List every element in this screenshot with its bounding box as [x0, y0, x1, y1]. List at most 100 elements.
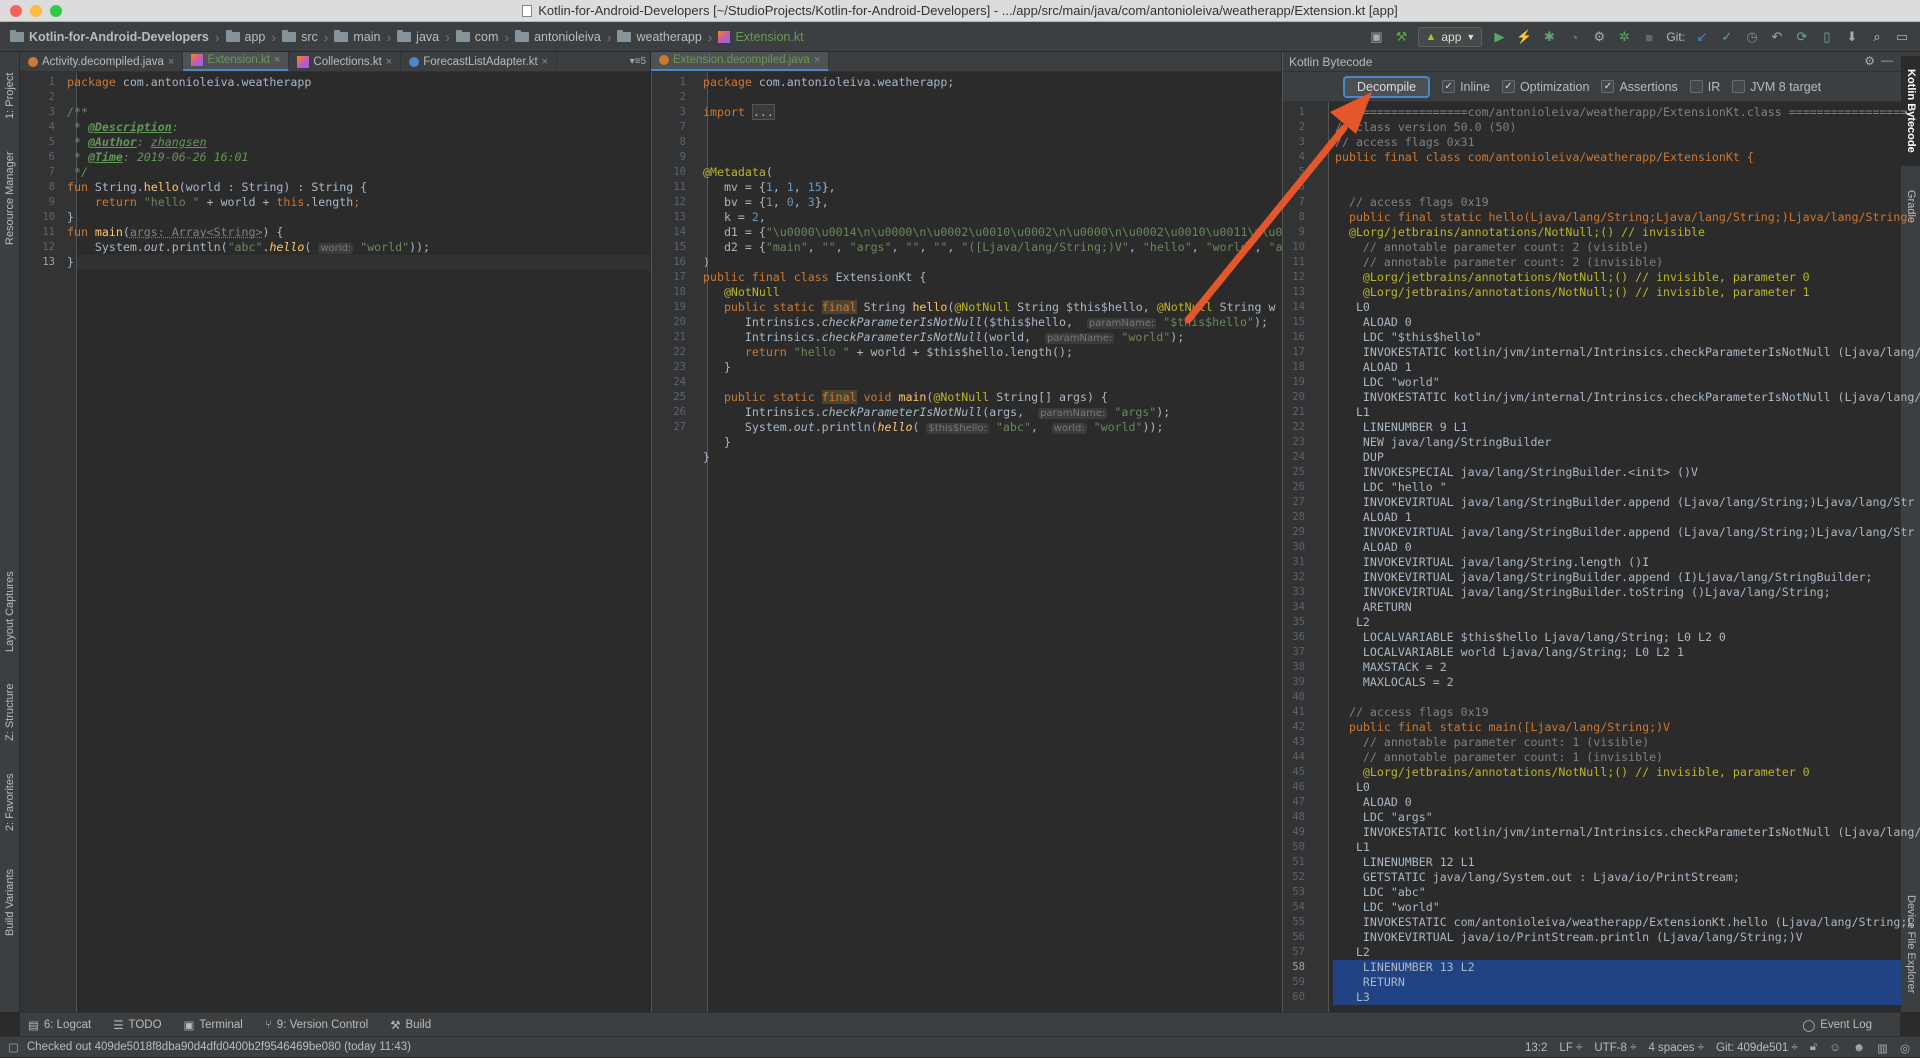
bytecode-line: LDC "abc"	[1335, 885, 1426, 899]
breadcrumb-item[interactable]: Kotlin-for-Android-Developers	[6, 29, 213, 44]
checkbox[interactable]: ✓	[1442, 80, 1456, 93]
line-number: 3	[1298, 136, 1305, 148]
close-icon[interactable]: ×	[542, 56, 548, 68]
close-icon[interactable]: ×	[274, 54, 280, 66]
tab-overflow-indicator[interactable]: ▾≡5	[626, 56, 650, 67]
file-encoding[interactable]: UTF-8 ÷	[1594, 1042, 1636, 1054]
code-token: k =	[703, 210, 752, 224]
memory-icon[interactable]: ☻	[1853, 1042, 1865, 1054]
option-jvm-8-target[interactable]: JVM 8 target	[1732, 80, 1821, 94]
search-icon[interactable]: ⌕	[1869, 29, 1885, 45]
close-window-button[interactable]	[10, 5, 22, 17]
git-commit-icon[interactable]: ✓	[1719, 29, 1735, 45]
option-ir[interactable]: IR	[1689, 80, 1720, 94]
hector-icon[interactable]: ☺	[1829, 1042, 1841, 1054]
tool-window-build-variants[interactable]: Build Variants	[0, 852, 20, 952]
editor-tab[interactable]: ForecastListAdapter.kt ×	[401, 52, 558, 71]
breadcrumb-item[interactable]: weatherapp	[613, 29, 705, 44]
folder-icon	[225, 29, 240, 42]
breadcrumb-item[interactable]: antonioleiva	[511, 29, 605, 44]
checkbox[interactable]	[1689, 80, 1703, 93]
presentation-icon[interactable]: ▭	[1894, 29, 1910, 45]
bottom-tab-build[interactable]: ⚒ Build	[390, 1018, 431, 1032]
profile-icon[interactable]: ◔	[1566, 29, 1582, 45]
code-token: hello	[877, 420, 913, 434]
option-optimization[interactable]: ✓ Optimization	[1501, 80, 1589, 94]
line-separator[interactable]: LF ÷	[1559, 1042, 1582, 1054]
editor-tab[interactable]: Activity.decompiled.java ×	[20, 52, 184, 71]
attach-debugger-icon[interactable]: ⚙	[1591, 29, 1607, 45]
editor-tab[interactable]: Extension.kt ×	[183, 52, 290, 71]
tool-window-gradle[interactable]: Gradle	[1901, 177, 1920, 237]
checkbox[interactable]: ✓	[1601, 80, 1615, 93]
code-line: )	[703, 255, 710, 270]
checkbox[interactable]	[1732, 80, 1746, 93]
bottom-tab-logcat[interactable]: ▤ 6: Logcat	[28, 1018, 91, 1032]
git-history-icon[interactable]: ◷	[1744, 29, 1760, 45]
git-revert-icon[interactable]: ↶	[1769, 29, 1785, 45]
checkbox[interactable]: ✓	[1501, 80, 1515, 93]
coverage-icon[interactable]: ✲	[1616, 29, 1632, 45]
close-icon[interactable]: ×	[814, 54, 820, 66]
run-icon[interactable]: ▶	[1491, 29, 1507, 45]
breadcrumb-item[interactable]: Extension.kt	[714, 30, 807, 44]
stop-icon[interactable]: ■	[1641, 29, 1657, 45]
decompiled-java-editor[interactable]: 1 package com.antonioleiva.weatherapp; 2 3 i…	[651, 72, 1310, 1012]
bottom-tab-todo[interactable]: ☰ TODO	[113, 1018, 161, 1032]
avd-manager-icon[interactable]: ▯	[1819, 29, 1835, 45]
bottom-tab-version-control[interactable]: ⑂ 9: Version Control	[265, 1019, 368, 1031]
bytecode-viewer[interactable]: 1 // ================com/antonioleiva/wea…	[1283, 102, 1920, 1012]
tool-window-resource-manager[interactable]: Resource Manager	[0, 138, 20, 258]
zoom-window-button[interactable]	[50, 5, 62, 17]
close-icon[interactable]: ×	[386, 56, 392, 68]
make-project-icon[interactable]: ⚒	[1393, 29, 1409, 45]
lock-icon[interactable]: 🔓︎	[1810, 1041, 1817, 1054]
breadcrumb-item[interactable]: java	[393, 29, 443, 44]
line-number: 17	[1292, 346, 1305, 358]
breadcrumb-item[interactable]: com	[452, 29, 503, 44]
gradle-sync-icon[interactable]: ⟳	[1794, 29, 1810, 45]
option-inline[interactable]: ✓ Inline	[1442, 80, 1490, 94]
indent-setting[interactable]: 4 spaces ÷	[1648, 1042, 1704, 1054]
breadcrumb-item[interactable]: main	[330, 29, 384, 44]
trash-icon[interactable]: ▥	[1877, 1041, 1888, 1055]
run-configuration-select[interactable]: ▲ app ▼	[1418, 27, 1483, 47]
code-line: public static final void main(@NotNull S…	[703, 390, 1108, 405]
line-number: 26	[1292, 481, 1305, 493]
editor-tab[interactable]: Collections.kt ×	[289, 52, 402, 71]
git-update-icon[interactable]: ↙	[1694, 29, 1710, 45]
bottom-tab-terminal[interactable]: ▣ Terminal	[184, 1018, 243, 1032]
layout-icon[interactable]: ▢	[8, 1040, 19, 1054]
breadcrumb-label: com	[474, 29, 499, 44]
code-token: (	[765, 165, 773, 179]
event-log-tab[interactable]: ◯ Event Log	[1802, 1018, 1872, 1032]
breadcrumb-item[interactable]: src	[278, 29, 322, 44]
caret-position[interactable]: 13:2	[1525, 1042, 1547, 1054]
option-assertions[interactable]: ✓ Assertions	[1601, 80, 1678, 94]
tool-window-layout-captures[interactable]: Layout Captures	[0, 557, 20, 667]
debug-icon[interactable]: ✱	[1541, 29, 1557, 45]
git-branch[interactable]: Git: 409de501 ÷	[1716, 1042, 1798, 1054]
editor-tab[interactable]: Extension.decompiled.java ×	[651, 52, 830, 71]
decompile-button[interactable]: Decompile	[1343, 75, 1431, 98]
tool-window-structure[interactable]: Z: Structure	[0, 672, 20, 752]
breadcrumb-item[interactable]: app	[222, 29, 270, 44]
tool-window-project[interactable]: 1: Project	[0, 60, 20, 132]
kotlin-editor[interactable]: 1 package com.antonioleiva.weatherapp 2 3 /*…	[20, 72, 650, 1012]
notification-icon[interactable]: ◎	[1900, 1041, 1910, 1055]
settings-icon[interactable]: ⚙	[1864, 54, 1875, 68]
hide-panel-icon[interactable]: —	[1881, 53, 1893, 67]
sdk-manager-icon[interactable]: ⬇	[1844, 29, 1860, 45]
minimize-window-button[interactable]	[30, 5, 42, 17]
code-token: },	[814, 195, 829, 209]
tool-window-device-file-explorer[interactable]: Device File Explorer	[1901, 882, 1920, 1007]
breadcrumb-label: weatherapp	[636, 29, 702, 44]
close-icon[interactable]: ×	[168, 56, 174, 68]
project-structure-icon[interactable]: ▣	[1368, 29, 1384, 45]
tool-window-favorites[interactable]: 2: Favorites	[0, 762, 20, 842]
line-number: 13	[1292, 286, 1305, 298]
code-token: 15	[807, 180, 822, 194]
line-number	[652, 435, 686, 450]
apply-changes-icon[interactable]: ⚡	[1516, 29, 1532, 45]
